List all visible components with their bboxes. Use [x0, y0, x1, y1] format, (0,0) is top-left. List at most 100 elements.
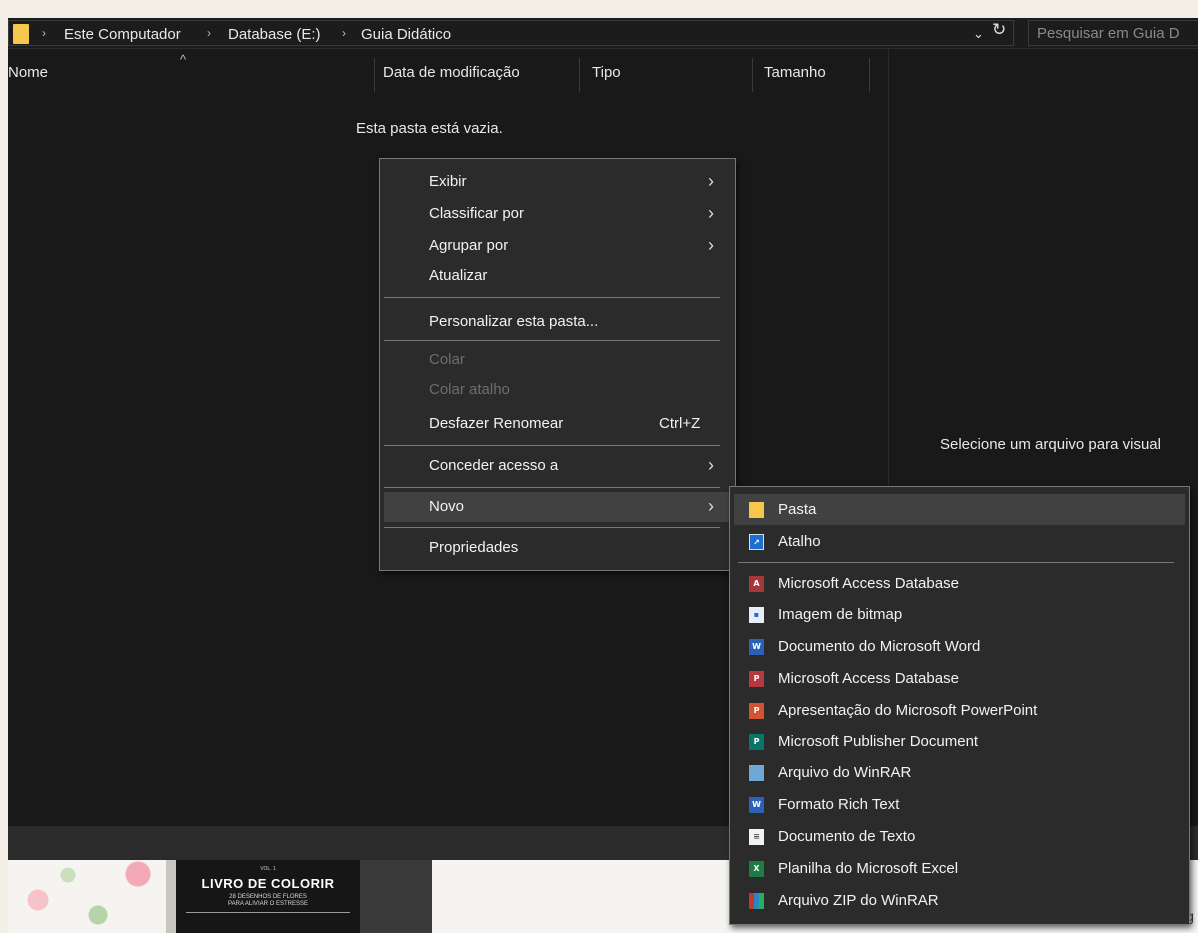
- menu-item-personalizar-pasta[interactable]: Personalizar esta pasta...: [384, 307, 731, 337]
- menu-item-label: Desfazer Renomear: [429, 415, 564, 432]
- flower-illustration: [8, 860, 168, 933]
- menu-item-atualizar[interactable]: Atualizar: [384, 261, 731, 291]
- book-volume: VOL. 1: [260, 866, 276, 872]
- shortcut-icon: ↗: [749, 534, 764, 550]
- empty-folder-message: Esta pasta está vazia.: [356, 120, 503, 137]
- new-item-label: Atalho: [778, 533, 821, 550]
- menu-separator: [384, 297, 720, 298]
- new-item-excel[interactable]: X Planilha do Microsoft Excel: [734, 853, 1185, 884]
- new-item-powerpoint[interactable]: P Apresentação do Microsoft PowerPoint: [734, 695, 1185, 726]
- new-item-publisher[interactable]: P Microsoft Publisher Document: [734, 726, 1185, 757]
- new-item-access-database-2[interactable]: P Microsoft Access Database: [734, 663, 1185, 694]
- chevron-right-icon: ›: [708, 235, 714, 255]
- menu-item-label: Propriedades: [429, 539, 519, 556]
- search-box: [1028, 20, 1198, 46]
- chevron-right-icon[interactable]: ›: [42, 26, 46, 40]
- chevron-right-icon: ›: [708, 171, 714, 191]
- chevron-right-icon: ›: [708, 203, 714, 223]
- book-subtitle-line: PARA ALIVIAR O ESTRESSE: [228, 901, 308, 907]
- menu-separator: [384, 340, 720, 341]
- column-divider[interactable]: [374, 58, 375, 92]
- book-subtitle-line: 28 DESENHOS DE FLORES: [229, 894, 307, 900]
- book-subtitle: 28 DESENHOS DE FLORES PARA ALIVIAR O EST…: [176, 894, 360, 908]
- menu-item-colar: Colar: [384, 345, 731, 375]
- menu-item-classificar-por[interactable]: Classificar por ›: [384, 199, 731, 229]
- menu-item-label: Exibir: [429, 173, 467, 190]
- menu-separator: [738, 562, 1174, 563]
- breadcrumb-este-computador[interactable]: Este Computador: [64, 26, 181, 43]
- chevron-right-icon: ›: [708, 496, 714, 516]
- column-divider[interactable]: [579, 58, 580, 92]
- menu-item-label: Colar: [429, 351, 465, 368]
- text-document-icon: ≡: [749, 829, 764, 845]
- breadcrumb-database[interactable]: Database (E:): [228, 26, 321, 43]
- menu-item-desfazer-renomear[interactable]: Desfazer Renomear Ctrl+Z: [384, 409, 731, 439]
- menu-item-agrupar-por[interactable]: Agrupar por ›: [384, 231, 731, 261]
- menu-item-shortcut: Ctrl+Z: [659, 415, 701, 432]
- book-title: LIVRO DE COLORIR: [201, 876, 335, 891]
- menu-item-label: Conceder acesso a: [429, 457, 559, 474]
- menu-item-propriedades[interactable]: Propriedades: [384, 533, 731, 563]
- chevron-right-icon: ›: [708, 455, 714, 475]
- menu-item-label: Agrupar por: [429, 237, 509, 254]
- book-line-art: [186, 912, 350, 933]
- new-item-pasta[interactable]: Pasta: [734, 494, 1185, 525]
- new-item-label: Microsoft Access Database: [778, 575, 959, 592]
- new-item-label: Formato Rich Text: [778, 796, 900, 813]
- background-panel: [360, 860, 432, 933]
- powerpoint-icon: P: [749, 703, 764, 719]
- new-item-text-document[interactable]: ≡ Documento de Texto: [734, 821, 1185, 852]
- new-item-label: Microsoft Access Database: [778, 670, 959, 687]
- new-item-label: Documento do Microsoft Word: [778, 638, 981, 655]
- column-header-type[interactable]: Tipo: [592, 64, 621, 81]
- menu-separator: [384, 487, 720, 488]
- sort-ascending-icon: ^: [180, 52, 187, 67]
- menu-item-conceder-acesso[interactable]: Conceder acesso a ›: [384, 451, 731, 481]
- menu-item-exibir[interactable]: Exibir ›: [384, 167, 731, 197]
- new-item-bitmap[interactable]: ▪ Imagem de bitmap: [734, 599, 1185, 630]
- column-header-size[interactable]: Tamanho: [764, 64, 826, 81]
- new-item-label: Documento de Texto: [778, 828, 916, 845]
- column-header-modified[interactable]: Data de modificação: [383, 64, 520, 81]
- column-header-name[interactable]: Nome: [8, 64, 48, 81]
- chevron-right-icon[interactable]: ›: [342, 26, 346, 40]
- access-icon: A: [749, 576, 764, 592]
- rtf-icon: W: [749, 797, 764, 813]
- new-item-winrar[interactable]: Arquivo do WinRAR: [734, 757, 1185, 788]
- new-item-atalho[interactable]: ↗ Atalho: [734, 526, 1185, 557]
- context-menu: Exibir › Classificar por › Agrupar por ›…: [379, 158, 736, 571]
- new-item-label: Arquivo ZIP do WinRAR: [778, 892, 939, 909]
- new-item-label: Imagem de bitmap: [778, 606, 903, 623]
- column-divider[interactable]: [869, 58, 870, 92]
- menu-item-label: Colar atalho: [429, 381, 510, 398]
- chevron-down-icon[interactable]: ⌄: [973, 26, 984, 42]
- new-item-access-database[interactable]: A Microsoft Access Database: [734, 568, 1185, 599]
- new-item-rich-text[interactable]: W Formato Rich Text: [734, 789, 1185, 820]
- new-item-label: Arquivo do WinRAR: [778, 764, 912, 781]
- menu-item-label: Atualizar: [429, 267, 488, 284]
- access-icon: P: [749, 671, 764, 687]
- menu-separator: [384, 445, 720, 446]
- column-divider[interactable]: [752, 58, 753, 92]
- folder-icon: [13, 24, 29, 44]
- new-item-label: Microsoft Publisher Document: [778, 733, 979, 750]
- new-item-word[interactable]: W Documento do Microsoft Word: [734, 631, 1185, 662]
- new-item-label: Pasta: [778, 501, 817, 518]
- new-item-label: Planilha do Microsoft Excel: [778, 860, 959, 877]
- new-item-label: Apresentação do Microsoft PowerPoint: [778, 702, 1038, 719]
- breadcrumb-guia-didatico[interactable]: Guia Didático: [361, 26, 451, 43]
- folder-icon: [749, 502, 764, 518]
- menu-item-label: Novo: [429, 498, 465, 515]
- winrar-icon: [749, 765, 764, 781]
- publisher-icon: P: [749, 734, 764, 750]
- refresh-icon[interactable]: ↻: [992, 20, 1006, 40]
- address-box[interactable]: › Este Computador › Database (E:) › Guia…: [8, 20, 1014, 46]
- new-item-winrar-zip[interactable]: Arquivo ZIP do WinRAR: [734, 885, 1185, 916]
- menu-item-colar-atalho: Colar atalho: [384, 375, 731, 405]
- menu-item-novo[interactable]: Novo ›: [384, 492, 731, 522]
- search-input[interactable]: [1037, 25, 1198, 42]
- winrar-zip-icon: [749, 893, 764, 909]
- chevron-right-icon[interactable]: ›: [207, 26, 211, 40]
- book-cover: VOL. 1 LIVRO DE COLORIR 28 DESENHOS DE F…: [176, 860, 360, 933]
- new-submenu: Pasta ↗ Atalho A Microsoft Access Databa…: [729, 486, 1190, 925]
